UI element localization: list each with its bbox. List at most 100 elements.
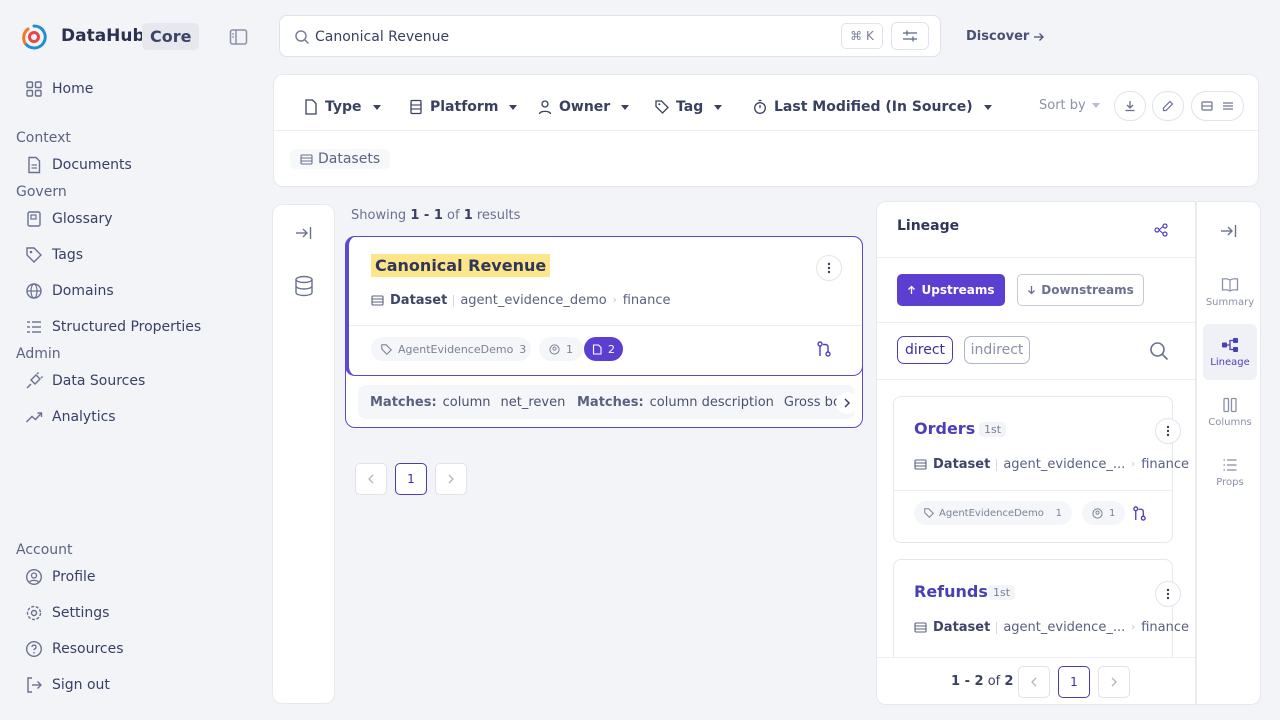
sidebar-item-documents[interactable]: Documents — [16, 150, 256, 180]
chevron-right-icon — [447, 474, 455, 484]
container-name[interactable]: agent_evidence_demo — [460, 293, 606, 308]
search-input[interactable] — [315, 26, 815, 48]
tag-icon — [24, 245, 44, 265]
sidebar-item-sign-out[interactable]: Sign out — [16, 670, 256, 700]
tag-pill[interactable]: AgentEvidenceDemo 3 — [371, 337, 531, 361]
prev-page-button[interactable] — [355, 463, 387, 495]
sign-out-icon — [24, 675, 44, 695]
trend-icon — [24, 407, 44, 427]
tab-props[interactable]: Props — [1203, 444, 1257, 500]
sidebar-item-profile[interactable]: Profile — [16, 562, 256, 592]
lineage-compare-icon[interactable] — [816, 341, 832, 357]
container-name[interactable]: agent_evidence_... — [1003, 620, 1125, 635]
match-column[interactable]: Matches: column net_revenue — [358, 385, 594, 419]
next-page-button[interactable] — [435, 463, 467, 495]
lineage-card-orders[interactable]: Orders 1st Dataset agent_evidence_... › … — [893, 396, 1189, 543]
lineage-compare-icon[interactable] — [1132, 506, 1147, 521]
upstreams-button[interactable]: Upstreams — [897, 274, 1005, 306]
filter-owner[interactable]: Owner — [538, 97, 630, 117]
divider — [349, 325, 862, 326]
result-title[interactable]: Canonical Revenue — [371, 254, 551, 277]
scroll-matches-button[interactable] — [836, 392, 858, 414]
container-name[interactable]: agent_evidence_... — [1003, 457, 1125, 472]
filter-last-modified[interactable]: Last Modified (In Source) — [753, 97, 992, 117]
sidebar-item-settings[interactable]: Settings — [16, 598, 256, 628]
direct-toggle[interactable]: direct — [897, 336, 953, 364]
tab-summary[interactable]: Summary — [1203, 264, 1257, 320]
indirect-toggle[interactable]: indirect — [964, 336, 1030, 364]
book-icon — [24, 209, 44, 229]
collapse-panel-icon[interactable] — [1220, 223, 1238, 239]
filter-platform[interactable]: Platform — [409, 97, 518, 117]
filter-tag[interactable]: Tag — [655, 97, 723, 117]
domain-name[interactable]: finance — [623, 293, 671, 308]
degree-badge: 1st — [988, 585, 1016, 600]
help-circle-icon — [24, 639, 44, 659]
lineage-entity-name[interactable]: Refunds — [914, 582, 988, 601]
match-label: Matches: — [370, 394, 437, 410]
sidebar-item-tags[interactable]: Tags — [16, 240, 256, 270]
more-options-button[interactable] — [816, 255, 842, 281]
owners-pill[interactable]: 1 — [539, 337, 583, 361]
lineage-prev-button[interactable] — [1018, 666, 1050, 698]
sidebar-item-analytics[interactable]: Analytics — [16, 402, 256, 432]
search-shortcut: ⌘ K — [841, 23, 883, 49]
sidebar-item-domains[interactable]: Domains — [16, 276, 256, 306]
results-prefix: Showing — [351, 208, 407, 223]
sidebar-item-glossary[interactable]: Glossary — [16, 204, 256, 234]
tag-count: 3 — [519, 342, 527, 356]
expand-panel-icon[interactable] — [295, 225, 313, 241]
match-field: column — [442, 394, 491, 410]
lineage-range: 1 - 2 — [951, 674, 984, 689]
edit-button[interactable] — [1152, 91, 1184, 121]
documents-pill[interactable]: 2 — [584, 337, 623, 361]
download-button[interactable] — [1114, 91, 1146, 121]
active-filter-chip[interactable]: Datasets — [290, 149, 391, 169]
globe-icon — [24, 281, 44, 301]
sidebar-item-home[interactable]: Home — [16, 74, 256, 104]
sidebar-item-data-sources[interactable]: Data Sources — [16, 366, 256, 396]
tab-lineage[interactable]: Lineage — [1203, 324, 1257, 380]
lineage-next-button[interactable] — [1098, 666, 1130, 698]
downstreams-button[interactable]: Downstreams — [1017, 274, 1144, 306]
tag-icon — [655, 100, 669, 114]
match-column-description[interactable]: Matches: column description Gross booked… — [565, 385, 855, 419]
lineage-graph-icon[interactable] — [1154, 223, 1168, 237]
sidebar-item-label: Domains — [52, 283, 114, 299]
tag-icon — [924, 508, 934, 518]
card-view-icon[interactable] — [1201, 100, 1213, 112]
list-view-icon[interactable] — [1222, 100, 1234, 112]
result-card[interactable]: Canonical Revenue Dataset agent_evidence… — [345, 236, 863, 376]
domain-name[interactable]: finance — [1141, 457, 1189, 472]
sidebar-item-label: Settings — [52, 605, 110, 621]
owners-pill[interactable]: 1 — [1082, 501, 1126, 525]
section-account: Account — [16, 542, 73, 558]
sidebar-item-structured-properties[interactable]: Structured Properties — [16, 312, 256, 342]
upstreams-label: Upstreams — [921, 283, 995, 297]
database-icon[interactable] — [294, 275, 314, 297]
filter-settings-button[interactable] — [891, 22, 929, 50]
tab-columns[interactable]: Columns — [1203, 384, 1257, 440]
view-toggle[interactable] — [1191, 91, 1244, 121]
filter-type[interactable]: Type — [304, 97, 381, 117]
sidebar-collapse-icon[interactable] — [229, 28, 249, 46]
lineage-pager-text: 1 - 2 of 2 — [951, 674, 1013, 689]
sort-by-dropdown[interactable]: Sort by — [1039, 98, 1100, 113]
result-meta: Dataset agent_evidence_demo › finance — [371, 293, 670, 308]
tag-count: 1 — [1055, 507, 1062, 519]
filter-label: Last Modified (In Source) — [774, 99, 973, 115]
lineage-entity-name[interactable]: Orders — [914, 419, 975, 438]
sidebar-item-resources[interactable]: Resources — [16, 634, 256, 664]
lineage-graph-icon — [1221, 337, 1239, 353]
tab-label: Lineage — [1210, 356, 1250, 368]
table-icon — [300, 153, 313, 165]
search-icon[interactable] — [1149, 341, 1169, 361]
tag-pill[interactable]: AgentEvidenceDemo 1 — [914, 501, 1072, 525]
discover-link[interactable]: Discover — [966, 29, 1045, 44]
domain-name[interactable]: finance — [1141, 620, 1189, 635]
page-button[interactable]: 1 — [395, 463, 427, 495]
section-govern: Govern — [16, 184, 67, 200]
more-options-button[interactable] — [1155, 418, 1181, 444]
more-options-button[interactable] — [1155, 581, 1181, 607]
lineage-page-button[interactable]: 1 — [1058, 666, 1090, 698]
